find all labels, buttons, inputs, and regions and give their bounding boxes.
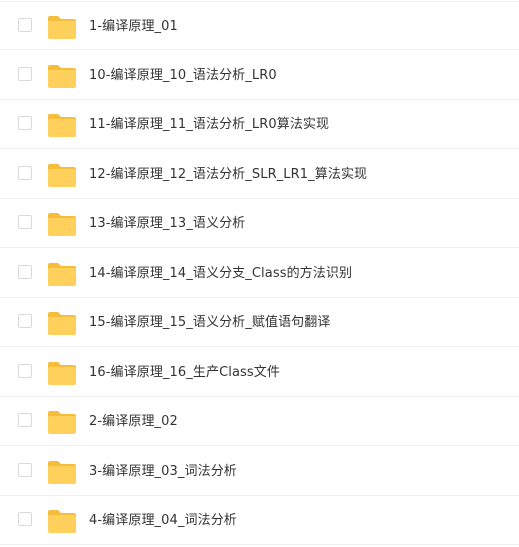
file-name[interactable]: 16-编译原理_16_生产Class文件 [89,348,280,397]
folder-icon [47,361,77,386]
checkbox[interactable] [18,18,32,32]
checkbox[interactable] [18,364,32,378]
checkbox[interactable] [18,215,32,229]
folder-icon [47,212,77,237]
file-name[interactable]: 14-编译原理_14_语义分支_Class的方法识别 [89,249,352,298]
file-name[interactable]: 4-编译原理_04_词法分析 [89,496,237,545]
file-row[interactable]: 10-编译原理_10_语法分析_LR0 [0,51,519,100]
file-row[interactable]: 4-编译原理_04_词法分析 [0,496,519,545]
file-row[interactable]: 1-编译原理_01 [0,1,519,50]
checkbox[interactable] [18,512,32,526]
file-row[interactable]: 11-编译原理_11_语法分析_LR0算法实现 [0,100,519,149]
checkbox[interactable] [18,314,32,328]
folder-icon [47,15,77,40]
folder-icon [47,163,77,188]
folder-icon [47,410,77,435]
folder-icon [47,509,77,534]
file-row[interactable]: 12-编译原理_12_语法分析_SLR_LR1_算法实现 [0,150,519,199]
folder-icon [47,311,77,336]
file-name[interactable]: 13-编译原理_13_语义分析 [89,199,245,248]
file-name[interactable]: 15-编译原理_15_语义分析_赋值语句翻译 [89,298,330,347]
checkbox[interactable] [18,67,32,81]
file-list: 1-编译原理_01 10-编译原理_10_语法分析_LR0 11-编译原理_11… [0,0,519,547]
file-name[interactable]: 3-编译原理_03_词法分析 [89,447,237,496]
file-row[interactable]: 3-编译原理_03_词法分析 [0,447,519,496]
file-row[interactable]: 13-编译原理_13_语义分析 [0,199,519,248]
file-row[interactable]: 2-编译原理_02 [0,397,519,446]
folder-icon [47,113,77,138]
file-row[interactable]: 15-编译原理_15_语义分析_赋值语句翻译 [0,298,519,347]
file-name[interactable]: 1-编译原理_01 [89,2,178,51]
checkbox[interactable] [18,463,32,477]
file-name[interactable]: 2-编译原理_02 [89,397,178,446]
folder-icon [47,262,77,287]
file-name[interactable]: 10-编译原理_10_语法分析_LR0 [89,51,277,100]
checkbox[interactable] [18,166,32,180]
file-name[interactable]: 11-编译原理_11_语法分析_LR0算法实现 [89,100,329,149]
checkbox[interactable] [18,413,32,427]
folder-icon [47,64,77,89]
file-row[interactable]: 16-编译原理_16_生产Class文件 [0,348,519,397]
checkbox[interactable] [18,265,32,279]
folder-icon [47,460,77,485]
file-name[interactable]: 12-编译原理_12_语法分析_SLR_LR1_算法实现 [89,150,367,199]
file-row[interactable]: 14-编译原理_14_语义分支_Class的方法识别 [0,249,519,298]
checkbox[interactable] [18,116,32,130]
